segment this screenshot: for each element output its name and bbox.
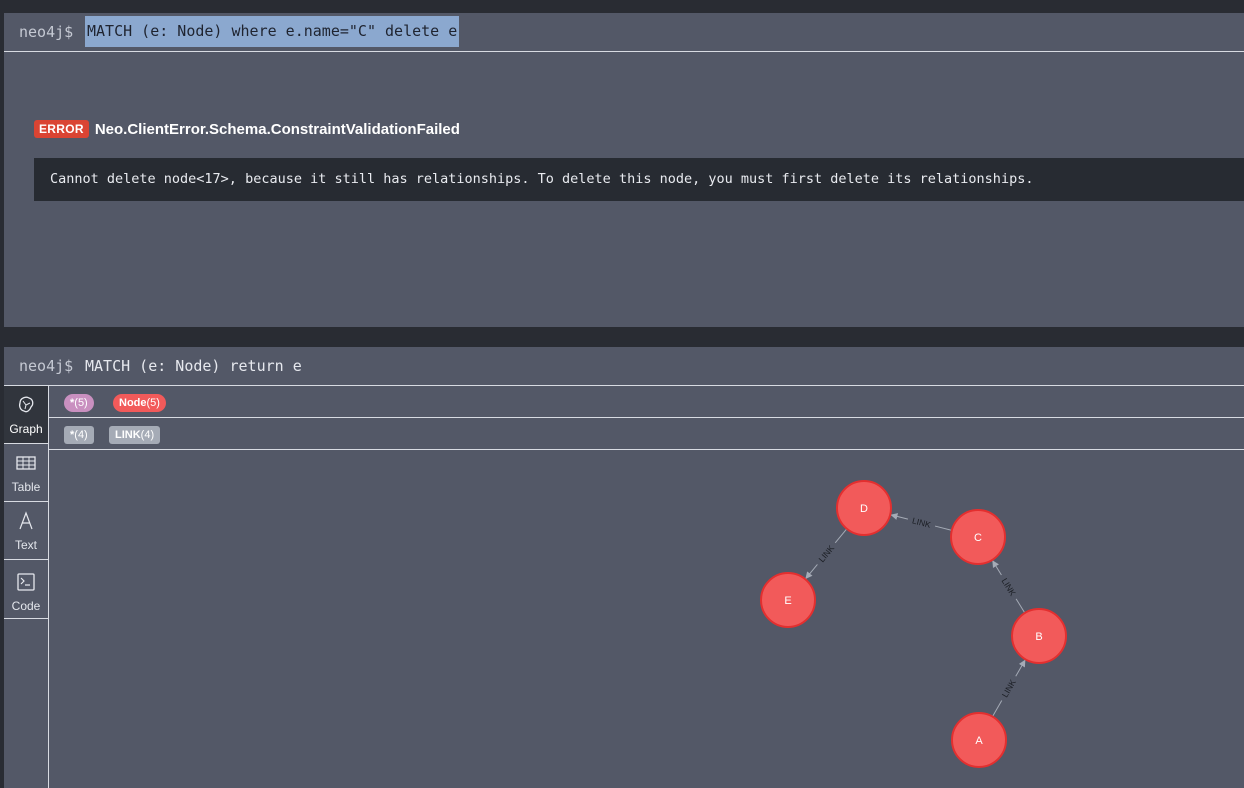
text-icon <box>19 511 33 530</box>
node-caption: A <box>975 735 983 747</box>
graph-node-D[interactable]: D <box>836 480 892 536</box>
relationship-label: LINK <box>816 543 836 564</box>
view-sidebar: Graph Table Text Code <box>4 386 49 788</box>
result-frame-error: neo4j$ MATCH (e: Node) where e.name="C" … <box>4 13 1244 327</box>
view-tab-table[interactable]: Table <box>4 444 48 502</box>
error-message: Cannot delete node<17>, because it still… <box>34 158 1244 201</box>
error-badge: ERROR <box>34 120 89 138</box>
relationship-type-legend: *(4) LINK(4) <box>49 418 1244 450</box>
relationship-arrow <box>805 564 818 579</box>
error-code: Neo.ClientError.Schema.ConstraintValidat… <box>94 120 460 138</box>
node-label-legend: *(5) Node(5) <box>49 386 1244 418</box>
graph-node-B[interactable]: B <box>1011 608 1067 664</box>
view-tab-label: Text <box>14 538 37 552</box>
relationship-arrow <box>890 513 909 520</box>
relationship-B-C[interactable]: LINK <box>992 560 1026 614</box>
table-icon <box>16 456 36 470</box>
node-caption: B <box>1035 631 1042 643</box>
code-icon <box>17 573 35 591</box>
node-label-pill-node[interactable]: Node(5) <box>113 394 166 412</box>
relationship-line <box>834 528 848 544</box>
graph-icon <box>18 396 34 413</box>
graph-canvas[interactable]: LINK LINK LINK LINK D C E B A <box>49 450 1244 788</box>
relationship-label: LINK <box>1000 576 1019 598</box>
relationship-arrow <box>992 560 1002 576</box>
prompt-label: neo4j$ <box>19 357 74 375</box>
graph-node-E[interactable]: E <box>760 572 816 628</box>
rel-type-pill-all[interactable]: *(4) <box>64 426 94 444</box>
relationship-arrow <box>1015 659 1026 677</box>
prompt-label: neo4j$ <box>19 23 74 41</box>
graph-node-A[interactable]: A <box>951 712 1007 768</box>
view-tab-graph[interactable]: Graph <box>4 386 48 444</box>
view-tab-code[interactable]: Code <box>4 560 48 619</box>
error-header: ERROR Neo.ClientError.Schema.ConstraintV… <box>34 119 460 139</box>
relationship-line <box>934 525 952 531</box>
command-bar[interactable]: neo4j$ MATCH (e: Node) return e <box>4 347 1244 386</box>
node-caption: C <box>974 532 982 544</box>
relationship-D-E[interactable]: LINK <box>805 528 848 579</box>
rel-type-pill-link[interactable]: LINK(4) <box>109 426 161 444</box>
view-tab-text[interactable]: Text <box>4 502 48 560</box>
view-tab-label: Table <box>11 480 41 494</box>
node-caption: D <box>860 503 868 515</box>
relationship-C-D[interactable]: LINK <box>890 513 952 531</box>
graph-node-C[interactable]: C <box>950 509 1006 565</box>
relationship-A-B[interactable]: LINK <box>992 659 1026 717</box>
result-frame-graph: neo4j$ MATCH (e: Node) return e Graph Ta… <box>4 347 1244 788</box>
relationship-line <box>992 700 1003 717</box>
view-tab-label: Graph <box>9 422 43 436</box>
relationship-label: LINK <box>911 515 932 529</box>
relationship-label: LINK <box>1000 677 1018 699</box>
node-caption: E <box>784 595 791 607</box>
query-text[interactable]: MATCH (e: Node) where e.name="C" delete … <box>85 16 460 47</box>
relationship-line <box>1015 598 1026 614</box>
node-label-pill-all[interactable]: *(5) <box>64 394 94 412</box>
command-bar[interactable]: neo4j$ MATCH (e: Node) where e.name="C" … <box>4 13 1244 52</box>
view-tab-label: Code <box>11 599 41 613</box>
query-text[interactable]: MATCH (e: Node) return e <box>85 347 302 385</box>
